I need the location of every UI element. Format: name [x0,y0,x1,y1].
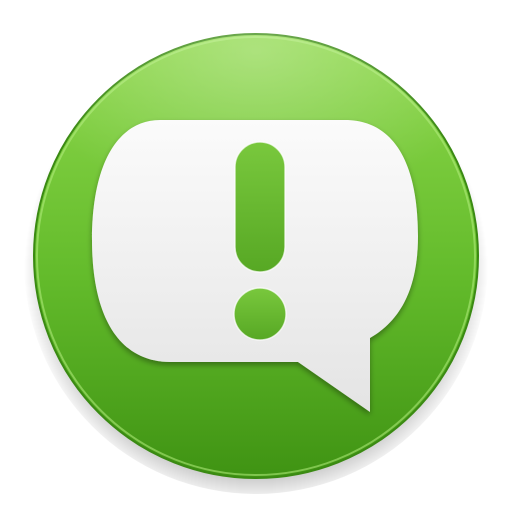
speech-bubble-alert-icon [24,20,488,494]
exclamation-bar [234,141,286,273]
exclamation-mark-icon [233,141,287,341]
icon-canvas [0,0,512,512]
exclamation-dot [233,287,287,341]
